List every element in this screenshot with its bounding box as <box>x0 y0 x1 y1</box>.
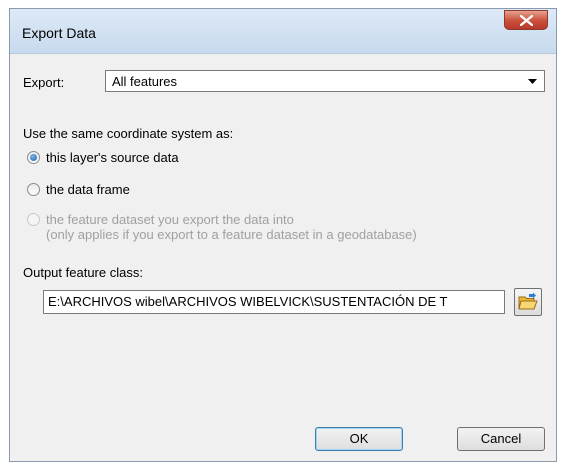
title-bar[interactable]: Export Data <box>10 9 556 54</box>
radio-feature-dataset: the feature dataset you export the data … <box>27 212 417 242</box>
cancel-button[interactable]: Cancel <box>457 427 545 451</box>
radio-data-frame[interactable]: the data frame <box>27 182 130 197</box>
radio-source-data[interactable]: this layer's source data <box>27 150 179 165</box>
radio-button <box>27 213 40 226</box>
ok-button[interactable]: OK <box>315 427 403 451</box>
radio-label: the data frame <box>46 182 130 197</box>
radio-label-note: (only applies if you export to a feature… <box>46 227 417 242</box>
chevron-down-icon <box>528 79 537 84</box>
dialog-body: Export: All features Use the same coordi… <box>10 54 556 461</box>
output-feature-class-label: Output feature class: <box>23 265 143 280</box>
close-icon <box>520 15 533 26</box>
export-dropdown[interactable]: All features <box>105 70 545 92</box>
browse-button[interactable] <box>514 288 542 316</box>
radio-label: the feature dataset you export the data … <box>46 212 417 242</box>
radio-button[interactable] <box>27 151 40 164</box>
dialog-title: Export Data <box>22 25 96 41</box>
folder-open-icon <box>518 292 538 310</box>
radio-label: this layer's source data <box>46 150 179 165</box>
radio-button[interactable] <box>27 183 40 196</box>
radio-label-main: the feature dataset you export the data … <box>46 212 294 227</box>
output-path-input[interactable]: E:\ARCHIVOS wibel\ARCHIVOS WIBELVICK\SUS… <box>43 290 505 314</box>
close-button[interactable] <box>504 10 548 30</box>
export-label: Export: <box>23 75 65 90</box>
export-data-dialog: Export Data Export: All features Use the… <box>9 8 557 462</box>
export-selected-value: All features <box>112 74 178 89</box>
coordinate-system-label: Use the same coordinate system as: <box>23 126 234 141</box>
